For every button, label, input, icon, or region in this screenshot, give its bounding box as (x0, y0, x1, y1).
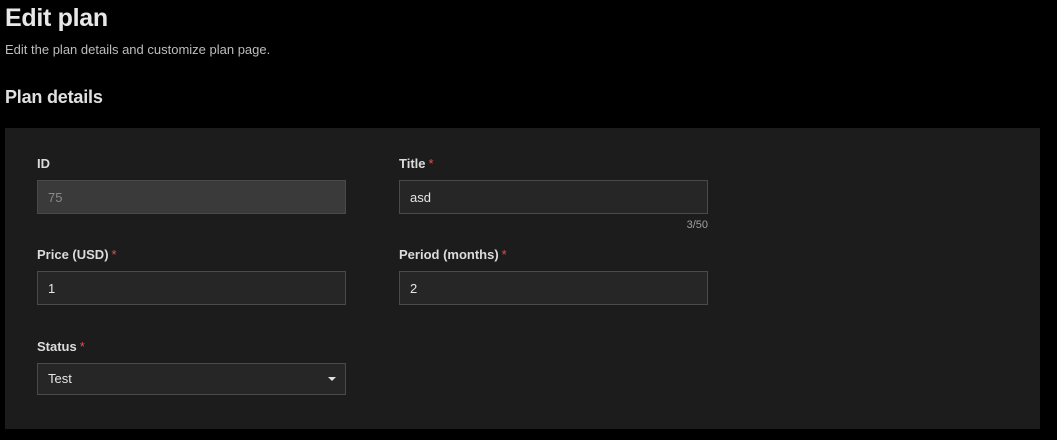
period-input[interactable] (399, 271, 708, 305)
page-subtitle: Edit the plan details and customize plan… (5, 42, 271, 57)
section-title: Plan details (5, 87, 103, 107)
title-char-counter: 3/50 (686, 219, 708, 231)
page-title: Edit plan (5, 4, 108, 32)
caret-down-icon (328, 377, 336, 381)
status-field-group: Status * Test (37, 338, 346, 395)
status-select[interactable]: Test (37, 363, 346, 395)
required-marker: * (428, 156, 434, 171)
title-field-group: Title* 3/50 (399, 155, 708, 231)
status-label: Status * (37, 339, 85, 354)
required-marker: * (79, 339, 85, 354)
price-field-group: Price (USD) * (37, 246, 346, 305)
price-label: Price (USD) * (37, 247, 117, 262)
period-field-group: Period (months) * (399, 246, 708, 305)
plan-details-panel: ID Title* 3/50 Price (USD)* Period (mont… (5, 128, 1040, 429)
required-marker: * (501, 247, 507, 262)
title-label: Title * (399, 156, 434, 171)
period-label: Period (months) * (399, 247, 507, 262)
status-selected-value: Test (48, 371, 72, 386)
id-field-group: ID (37, 155, 346, 214)
title-input[interactable] (399, 180, 708, 214)
id-label: ID (37, 156, 50, 171)
id-input[interactable] (37, 180, 346, 214)
required-marker: * (111, 247, 117, 262)
price-input[interactable] (37, 271, 346, 305)
